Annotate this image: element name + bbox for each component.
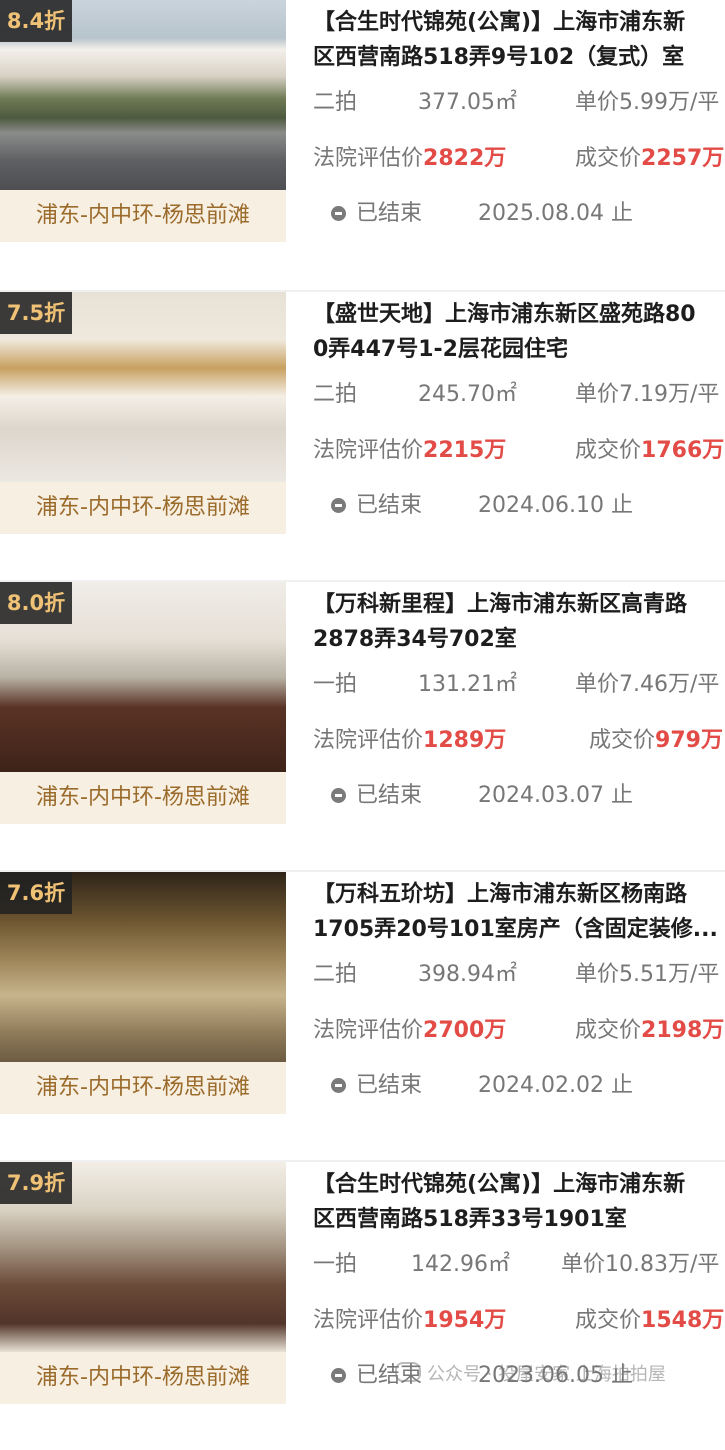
- status-text: 已结束: [356, 1073, 423, 1098]
- eval-price: 2215万: [423, 438, 507, 463]
- unit-price: 单价7.46万/平: [575, 672, 720, 697]
- deal-label: 成交价: [575, 438, 642, 463]
- wechat-icon: [395, 1362, 421, 1382]
- listing-title-line2[interactable]: 区西营南路518弄33号1901室: [313, 1197, 725, 1242]
- eval-price: 1954万: [423, 1308, 507, 1333]
- listing-card[interactable]: 7.6折 浦东-内中环-杨思前滩 【万科五玠坊】上海市浦东新区杨南路 1705弄…: [0, 870, 725, 1160]
- ended-icon: [331, 1368, 346, 1383]
- status-row: 已结束 2024.03.07 止: [331, 781, 725, 811]
- property-photo[interactable]: 7.5折: [0, 292, 286, 482]
- listing-card[interactable]: 7.9折 浦东-内中环-杨思前滩 【合生时代锦苑(公寓)】上海市浦东新 区西营南…: [0, 1160, 725, 1450]
- floor-area: 245.70㎡: [418, 382, 517, 407]
- deal-price: 1766万: [641, 438, 725, 463]
- listing-title-line2[interactable]: 1705弄20号101室房产（含固定装修...: [313, 907, 725, 952]
- floor-area: 142.96㎡: [411, 1252, 510, 1277]
- ended-icon: [331, 206, 346, 221]
- status-text: 已结束: [356, 201, 423, 226]
- eval-price: 1289万: [423, 728, 507, 753]
- auction-round: 一拍: [313, 1252, 358, 1277]
- discount-badge: 8.0折: [0, 582, 72, 624]
- deal-price: 2257万: [641, 146, 725, 171]
- status-text: 已结束: [356, 783, 423, 808]
- listing-card[interactable]: 7.5折 浦东-内中环-杨思前滩 【盛世天地】上海市浦东新区盛苑路80 0弄44…: [0, 290, 725, 580]
- region-tag: 浦东-内中环-杨思前滩: [0, 190, 286, 242]
- deal-label: 成交价: [575, 1018, 642, 1043]
- floor-area: 377.05㎡: [418, 90, 517, 115]
- deal-label: 成交价: [589, 728, 656, 753]
- eval-price: 2822万: [423, 146, 507, 171]
- auction-round: 一拍: [313, 672, 358, 697]
- status-row: 已结束 2024.02.02 止: [331, 1071, 725, 1101]
- property-photo[interactable]: 7.9折: [0, 1162, 286, 1352]
- discount-badge: 7.5折: [0, 292, 72, 334]
- status-row: 已结束 2025.08.04 止: [331, 199, 725, 229]
- unit-price: 单价7.19万/平: [575, 382, 720, 407]
- unit-price: 单价5.51万/平: [575, 962, 720, 987]
- region-tag: 浦东-内中环-杨思前滩: [0, 1062, 286, 1114]
- auction-round: 二拍: [313, 382, 358, 407]
- status-row: 已结束 2024.06.10 止: [331, 491, 725, 521]
- deal-label: 成交价: [575, 146, 642, 171]
- listing-title-line2[interactable]: 0弄447号1-2层花园住宅: [313, 327, 725, 372]
- end-date: 2024.03.07 止: [478, 783, 633, 808]
- ended-icon: [331, 788, 346, 803]
- listing-title-line2[interactable]: 2878弄34号702室: [313, 617, 725, 662]
- unit-price: 单价5.99万/平: [575, 90, 720, 115]
- auction-round: 二拍: [313, 90, 358, 115]
- deal-price: 1548万: [641, 1308, 725, 1333]
- auction-round: 二拍: [313, 962, 358, 987]
- deal-price: 2198万: [641, 1018, 725, 1043]
- discount-badge: 7.6折: [0, 872, 72, 914]
- deal-price: 979万: [655, 728, 723, 753]
- ended-icon: [331, 1078, 346, 1093]
- eval-label: 法院评估价: [313, 438, 424, 463]
- unit-price: 单价10.83万/平: [561, 1252, 720, 1277]
- region-tag: 浦东-内中环-杨思前滩: [0, 482, 286, 534]
- watermark-text: 公众号 · 投屋安家 上海拍拍屋: [427, 1364, 666, 1385]
- eval-price: 2700万: [423, 1018, 507, 1043]
- region-tag: 浦东-内中环-杨思前滩: [0, 772, 286, 824]
- listing-card[interactable]: 8.0折 浦东-内中环-杨思前滩 【万科新里程】上海市浦东新区高青路 2878弄…: [0, 580, 725, 870]
- floor-area: 131.21㎡: [418, 672, 517, 697]
- status-text: 已结束: [356, 493, 423, 518]
- end-date: 2024.02.02 止: [478, 1073, 633, 1098]
- auction-listing: 8.4折 浦东-内中环-杨思前滩 【合生时代锦苑(公寓)】上海市浦东新 区西营南…: [0, 0, 725, 1450]
- discount-badge: 7.9折: [0, 1162, 72, 1204]
- ended-icon: [331, 498, 346, 513]
- eval-label: 法院评估价: [313, 146, 424, 171]
- listing-title-line2[interactable]: 区西营南路518弄9号102（复式）室: [313, 35, 725, 80]
- discount-badge: 8.4折: [0, 0, 72, 42]
- region-tag: 浦东-内中环-杨思前滩: [0, 1352, 286, 1404]
- property-photo[interactable]: 8.4折: [0, 0, 286, 190]
- floor-area: 398.94㎡: [418, 962, 517, 987]
- eval-label: 法院评估价: [313, 1308, 424, 1333]
- end-date: 2024.06.10 止: [478, 493, 633, 518]
- property-photo[interactable]: 8.0折: [0, 582, 286, 772]
- eval-label: 法院评估价: [313, 728, 424, 753]
- property-photo[interactable]: 7.6折: [0, 872, 286, 1062]
- deal-label: 成交价: [575, 1308, 642, 1333]
- listing-card[interactable]: 8.4折 浦东-内中环-杨思前滩 【合生时代锦苑(公寓)】上海市浦东新 区西营南…: [0, 0, 725, 290]
- eval-label: 法院评估价: [313, 1018, 424, 1043]
- watermark: 公众号 · 投屋安家 上海拍拍屋: [395, 1360, 666, 1386]
- end-date: 2025.08.04 止: [478, 201, 633, 226]
